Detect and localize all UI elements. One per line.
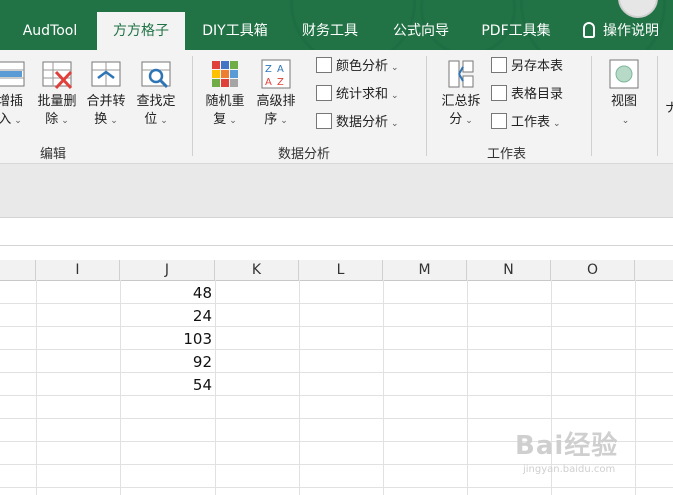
svg-text:Z: Z (277, 77, 284, 88)
random-repeat-label-1: 随机重 (205, 94, 245, 109)
summary-split-label-1: 汇总拆 (441, 94, 481, 109)
cell-j-value[interactable]: 103 (120, 328, 212, 350)
svg-text:A: A (265, 77, 272, 88)
random-repeat-button[interactable]: 随机重 复 ⌄ (200, 58, 250, 130)
stat-sum-button[interactable]: 统计求和 ⌄ (316, 84, 399, 106)
svg-text:Z: Z (265, 64, 272, 75)
insert-button[interactable]: 增插 入 ⌄ (0, 58, 32, 130)
sum-icon (316, 85, 332, 101)
ribbon-tab-bar: AudTool 方方格子 DIY工具箱 财务工具 公式向导 PDF工具集 操作说… (0, 0, 673, 50)
grid-line (0, 303, 673, 304)
tab-pdf-tools[interactable]: PDF工具集 (468, 14, 564, 50)
random-repeat-label-2: 复 ⌄ (213, 112, 237, 127)
grid-line (467, 280, 468, 495)
grid-line (0, 487, 673, 488)
view-label: 视图 (610, 94, 637, 109)
find-locate-label-2: 位 ⌄ (144, 112, 168, 127)
formula-bar[interactable] (0, 217, 673, 246)
merge-convert-label-1: 合并转 (86, 94, 126, 109)
summary-split-label-2: 分 ⌄ (449, 112, 473, 127)
merge-convert-button[interactable]: 合并转 换 ⌄ (82, 58, 130, 130)
grid-line (0, 349, 673, 350)
find-locate-label-1: 查找定 (136, 94, 176, 109)
column-header-j[interactable]: J (120, 260, 215, 280)
cut-off-button[interactable]: ナ (665, 100, 673, 118)
tab-fangfanggezi[interactable]: 方方格子 (97, 12, 185, 50)
column-header-o[interactable]: O (551, 260, 635, 280)
save-sheet-button[interactable]: 另存本表 (491, 56, 563, 78)
tab-finance-tools[interactable]: 财务工具 (289, 14, 371, 50)
cell-j-value[interactable]: 48 (120, 282, 212, 304)
cell-j-value[interactable]: 54 (120, 374, 212, 396)
group-label-worksheet: 工作表 (487, 147, 527, 162)
grid-line (0, 418, 673, 419)
batch-delete-label-1: 批量删 (37, 94, 77, 109)
tab-diy-toolbox[interactable]: DIY工具箱 (193, 14, 277, 50)
sheet-directory-icon (491, 85, 507, 101)
grid-line (383, 280, 384, 495)
column-header-partial[interactable] (0, 260, 36, 280)
group-label-edit: 编辑 (40, 147, 67, 162)
group-label-data-analysis: 数据分析 (278, 147, 331, 162)
cell-j-value[interactable]: 24 (120, 305, 212, 327)
summary-split-icon (445, 58, 477, 90)
watermark-url: jingyan.baidu.com (523, 464, 616, 475)
tab-formula-wizard[interactable]: 公式向导 (381, 14, 461, 50)
worksheet-button[interactable]: 工作表 ⌄ (491, 112, 561, 134)
svg-text:A: A (277, 64, 284, 75)
group-separator (591, 56, 592, 156)
color-analysis-button[interactable]: 颜色分析 ⌄ (316, 56, 399, 78)
save-sheet-icon (491, 57, 507, 73)
column-header-m[interactable]: M (383, 260, 467, 280)
merge-convert-label-2: 换 ⌄ (94, 112, 118, 127)
sheet-directory-button[interactable]: 表格目录 (491, 84, 563, 106)
analysis-icon (316, 113, 332, 129)
baidu-jingyan-watermark: Bai经验 jingyan.baidu.com (515, 425, 665, 485)
advanced-sort-button[interactable]: ZAAZ 高级排 序 ⌄ (251, 58, 301, 130)
watermark-logo: Bai经验 (515, 431, 619, 461)
cell-j-value[interactable]: 92 (120, 351, 212, 373)
insert-rows-icon (0, 58, 26, 90)
help-label: 操作说明 (603, 23, 659, 39)
lightbulb-icon (583, 22, 595, 38)
find-locate-button[interactable]: 查找定 位 ⌄ (132, 58, 180, 130)
worksheet-icon (491, 113, 507, 129)
batch-delete-button[interactable]: 批量删 除 ⌄ (33, 58, 81, 130)
insert-label-2: 入 ⌄ (0, 112, 22, 127)
column-header-row: I J K L M N O (0, 260, 673, 281)
color-grid-icon (316, 57, 332, 73)
help-search[interactable]: 操作说明 (583, 14, 659, 50)
column-header-i[interactable]: I (36, 260, 120, 280)
advanced-sort-label-1: 高级排 (256, 94, 296, 109)
tab-audtool[interactable]: AudTool (10, 14, 90, 50)
grid-line (0, 395, 673, 396)
column-header-k[interactable]: K (215, 260, 299, 280)
grid-line (215, 280, 216, 495)
batch-delete-icon (41, 58, 73, 90)
grid-line (0, 372, 673, 373)
group-separator (426, 56, 427, 156)
sort-az-icon: ZAAZ (260, 58, 292, 90)
view-icon (608, 58, 640, 90)
batch-delete-label-2: 除 ⌄ (45, 112, 69, 127)
data-analysis-button[interactable]: 数据分析 ⌄ (316, 112, 399, 134)
random-repeat-icon (209, 58, 241, 90)
view-caret: ⌄ (621, 116, 630, 126)
group-separator (657, 56, 658, 156)
insert-label-1: 增插 (0, 94, 23, 109)
column-header-n[interactable]: N (467, 260, 551, 280)
advanced-sort-label-2: 序 ⌄ (264, 112, 288, 127)
grid-line (0, 326, 673, 327)
view-button[interactable]: 视图 ⌄ (601, 58, 647, 130)
summary-split-button[interactable]: 汇总拆 分 ⌄ (436, 58, 486, 130)
merge-convert-icon (90, 58, 122, 90)
formula-area (0, 164, 673, 217)
grid-line (299, 280, 300, 495)
grid-line (36, 280, 37, 495)
column-header-l[interactable]: L (299, 260, 383, 280)
find-locate-icon (140, 58, 172, 90)
group-separator (192, 56, 193, 156)
